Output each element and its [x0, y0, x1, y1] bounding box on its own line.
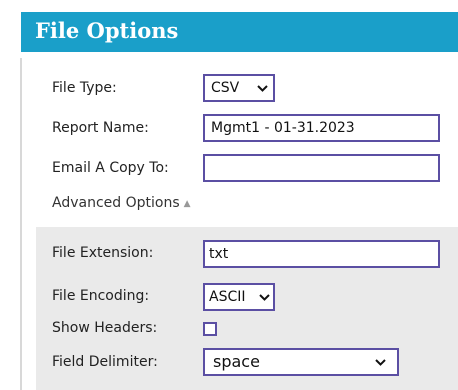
file-type-select[interactable]: CSV — [203, 74, 275, 102]
file-encoding-select[interactable]: ASCII — [203, 283, 275, 311]
panel-left-border — [20, 58, 22, 390]
report-name-label: Report Name: — [52, 120, 149, 136]
email-copy-input[interactable] — [203, 154, 440, 182]
chevron-down-icon — [257, 76, 268, 100]
file-encoding-label: File Encoding: — [52, 288, 150, 304]
file-encoding-value: ASCII — [209, 289, 246, 305]
show-headers-label: Show Headers: — [52, 320, 158, 336]
advanced-options-toggle[interactable]: Advanced Options ▲ — [52, 195, 191, 211]
show-headers-checkbox[interactable] — [203, 322, 217, 336]
file-type-value: CSV — [211, 80, 240, 96]
file-extension-label: File Extension: — [52, 245, 154, 261]
field-delimiter-label: Field Delimiter: — [52, 354, 158, 370]
panel-title: File Options — [35, 18, 179, 43]
report-name-input[interactable]: Mgmt1 - 01-31.2023 — [203, 114, 440, 142]
chevron-down-icon — [259, 285, 270, 309]
email-copy-label: Email A Copy To: — [52, 160, 169, 176]
advanced-options-label: Advanced Options — [52, 195, 180, 211]
panel-header: File Options — [21, 12, 458, 52]
field-delimiter-value: space — [213, 352, 260, 371]
chevron-down-icon — [375, 350, 386, 374]
file-type-label: File Type: — [52, 80, 117, 96]
caret-up-icon: ▲ — [183, 199, 191, 209]
field-delimiter-select[interactable]: space — [203, 348, 399, 376]
file-extension-input[interactable]: txt — [203, 240, 440, 268]
